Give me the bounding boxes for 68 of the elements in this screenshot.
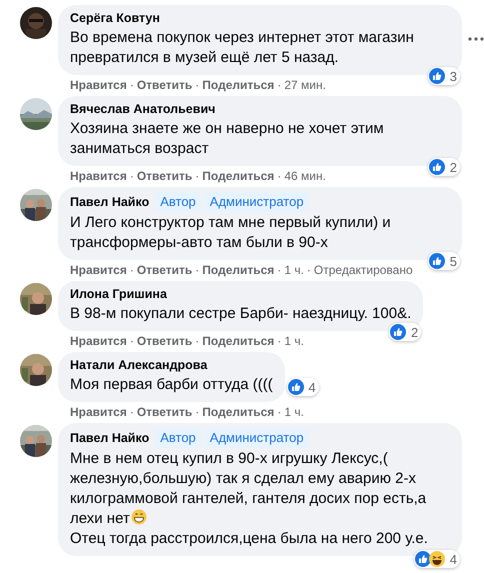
separator-dot: · (195, 77, 200, 93)
separator-dot: · (195, 333, 200, 349)
author-name[interactable]: Вячеслав Анатольевич (70, 101, 216, 118)
action-link[interactable]: Нравится (70, 77, 127, 93)
action-link[interactable]: Поделиться (202, 77, 274, 93)
comment-meta: 27 мин. (284, 77, 326, 93)
like-icon (288, 379, 304, 395)
comment-meta: 1 ч. (284, 333, 304, 349)
like-icon (414, 551, 431, 567)
action-link[interactable]: Поделиться (202, 404, 274, 420)
role-badge: Автор (155, 428, 201, 448)
comment-text: лехи нет (70, 510, 130, 527)
action-link[interactable]: Ответить (136, 404, 192, 420)
action-link[interactable]: Нравится (70, 333, 127, 349)
action-link[interactable]: Поделиться (202, 168, 274, 184)
more-options-icon[interactable] (468, 37, 484, 41)
author-name[interactable]: Павел Найко (70, 194, 150, 210)
comment-meta: 1 ч. (284, 262, 304, 278)
separator-dot: · (277, 262, 282, 278)
like-icon (428, 68, 445, 84)
action-link[interactable]: Ответить (136, 262, 192, 278)
separator-dot: · (195, 168, 200, 184)
author-name[interactable]: Илона Гришина (70, 286, 167, 303)
action-link[interactable]: Нравится (70, 262, 127, 278)
separator-dot: · (277, 404, 282, 420)
separator-dot: · (130, 168, 134, 184)
like-icon (390, 324, 406, 340)
author-name[interactable]: Натали Александрова (70, 357, 208, 374)
like-icon (428, 253, 445, 269)
separator-dot: · (306, 262, 311, 278)
author-name[interactable]: Серёга Ковтун (70, 10, 160, 27)
comment-text: Во времена покупок через интернет этот магазин превратился в музей ещё лет 5 назад. (70, 29, 414, 66)
role-badge: Администратор (204, 428, 309, 448)
laughing-emoji-icon (428, 551, 445, 567)
reaction-count[interactable]: 3 (428, 67, 460, 85)
reaction-count[interactable]: 2 (428, 158, 460, 176)
reaction-count[interactable]: 2 (389, 323, 422, 341)
action-link[interactable]: Поделиться (202, 262, 274, 278)
action-link[interactable]: Ответить (136, 77, 192, 93)
reaction-count[interactable]: 4 (414, 550, 460, 568)
action-link[interactable]: Ответить (136, 168, 192, 184)
separator-dot: · (195, 404, 200, 420)
like-icon (428, 159, 445, 175)
role-badge: Администратор (204, 192, 309, 212)
comment-text: Отец тогда расстроился,цена была на него 200 у.е. (70, 530, 428, 547)
role-badge: Автор (155, 192, 201, 212)
separator-dot: · (130, 262, 134, 278)
separator-dot: · (195, 262, 200, 278)
action-link[interactable]: Поделиться (202, 333, 274, 349)
separator-dot: · (130, 333, 134, 349)
separator-dot: · (130, 77, 134, 93)
comment-meta: 1 ч. (284, 404, 304, 420)
reaction-count[interactable]: 5 (428, 252, 460, 270)
action-link[interactable]: Ответить (136, 333, 192, 349)
action-link[interactable]: Нравится (70, 168, 127, 184)
comment-text: Хозяина знаете же он наверно не хочет этим заниматься возраст (70, 120, 384, 157)
author-name[interactable]: Павел Найко (70, 430, 150, 446)
separator-dot: · (130, 404, 134, 420)
separator-dot: · (277, 333, 282, 349)
action-link[interactable]: Нравится (70, 404, 127, 420)
comment-text: И Лего конструктор там мне первый купили) и трансформеры-авто там были в 90-х (70, 214, 391, 251)
comment-meta: Отредактировано (314, 262, 413, 278)
comment-meta: 46 мин. (284, 168, 326, 184)
comment-text: В 98-м покупали сестре Барби- наездницу. 100&. (70, 305, 412, 322)
separator-dot: · (277, 77, 282, 93)
separator-dot: · (277, 168, 282, 184)
comment-text: Моя первая барби оттуда (((( (70, 376, 273, 393)
reaction-count[interactable]: 4 (286, 378, 319, 396)
